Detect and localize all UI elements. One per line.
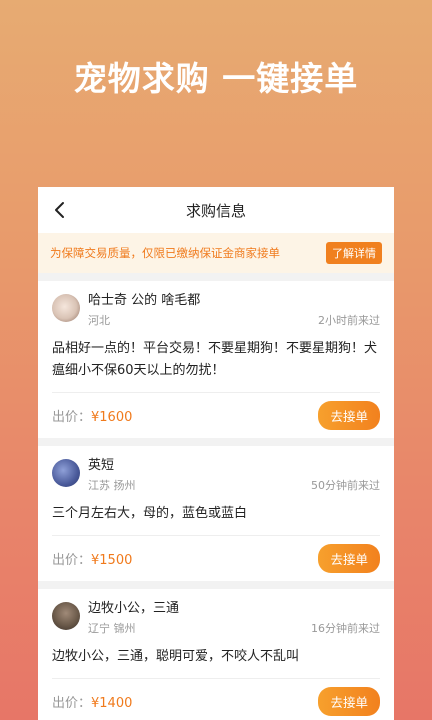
last-seen-time: 2小时前来过 [318,314,380,327]
offer-price: 出价：¥1400 [52,696,133,711]
buyer-name: 边牧小公，三通 [88,601,180,616]
last-seen-time: 16分钟前来过 [311,622,380,635]
offer-price: 出价：¥1600 [52,410,133,425]
back-arrow-icon[interactable] [50,200,70,220]
avatar [52,294,80,322]
request-description: 三个月左右大，母的，蓝色或蓝白 [52,506,248,521]
buyer-location: 辽宁 锦州 [88,622,136,635]
hero-title: 宠物求购 一键接单 [73,59,359,98]
buyer-name: 英短 [88,458,115,473]
avatar [52,459,80,487]
request-description: 边牧小公，三通，聪明可爱，不咬人不乱叫 [52,649,300,664]
request-description: 品相好一点的！平台交易！不要星期狗！不要星期狗！犬瘟细小不保60天以上的勿扰！ [52,341,378,378]
take-order-button[interactable]: 去接单 [318,544,380,573]
request-card: 英短 江苏 扬州 50分钟前来过 三个月左右大，母的，蓝色或蓝白 出价：¥150… [38,446,394,581]
notice-text: 为保障交易质量，仅限已缴纳保证金商家接单 [50,246,280,260]
buyer-name: 哈士奇 公的 啥毛都 [88,293,201,308]
phone-screen: 求购信息 为保障交易质量，仅限已缴纳保证金商家接单 了解详情 哈士奇 公的 啥毛… [38,187,394,720]
request-card: 边牧小公，三通 辽宁 锦州 16分钟前来过 边牧小公，三通，聪明可爱，不咬人不乱… [38,589,394,720]
avatar [52,602,80,630]
learn-more-button[interactable]: 了解详情 [326,242,382,264]
last-seen-time: 50分钟前来过 [311,479,380,492]
page-title: 求购信息 [185,201,246,220]
buyer-location: 河北 [88,314,110,327]
nav-bar: 求购信息 [38,187,394,233]
take-order-button[interactable]: 去接单 [318,401,380,430]
request-card: 哈士奇 公的 啥毛都 河北 2小时前来过 品相好一点的！平台交易！不要星期狗！不… [38,281,394,438]
notice-banner: 为保障交易质量，仅限已缴纳保证金商家接单 了解详情 [38,233,394,273]
offer-price: 出价：¥1500 [52,553,133,568]
take-order-button[interactable]: 去接单 [318,687,380,716]
buyer-location: 江苏 扬州 [88,479,136,492]
